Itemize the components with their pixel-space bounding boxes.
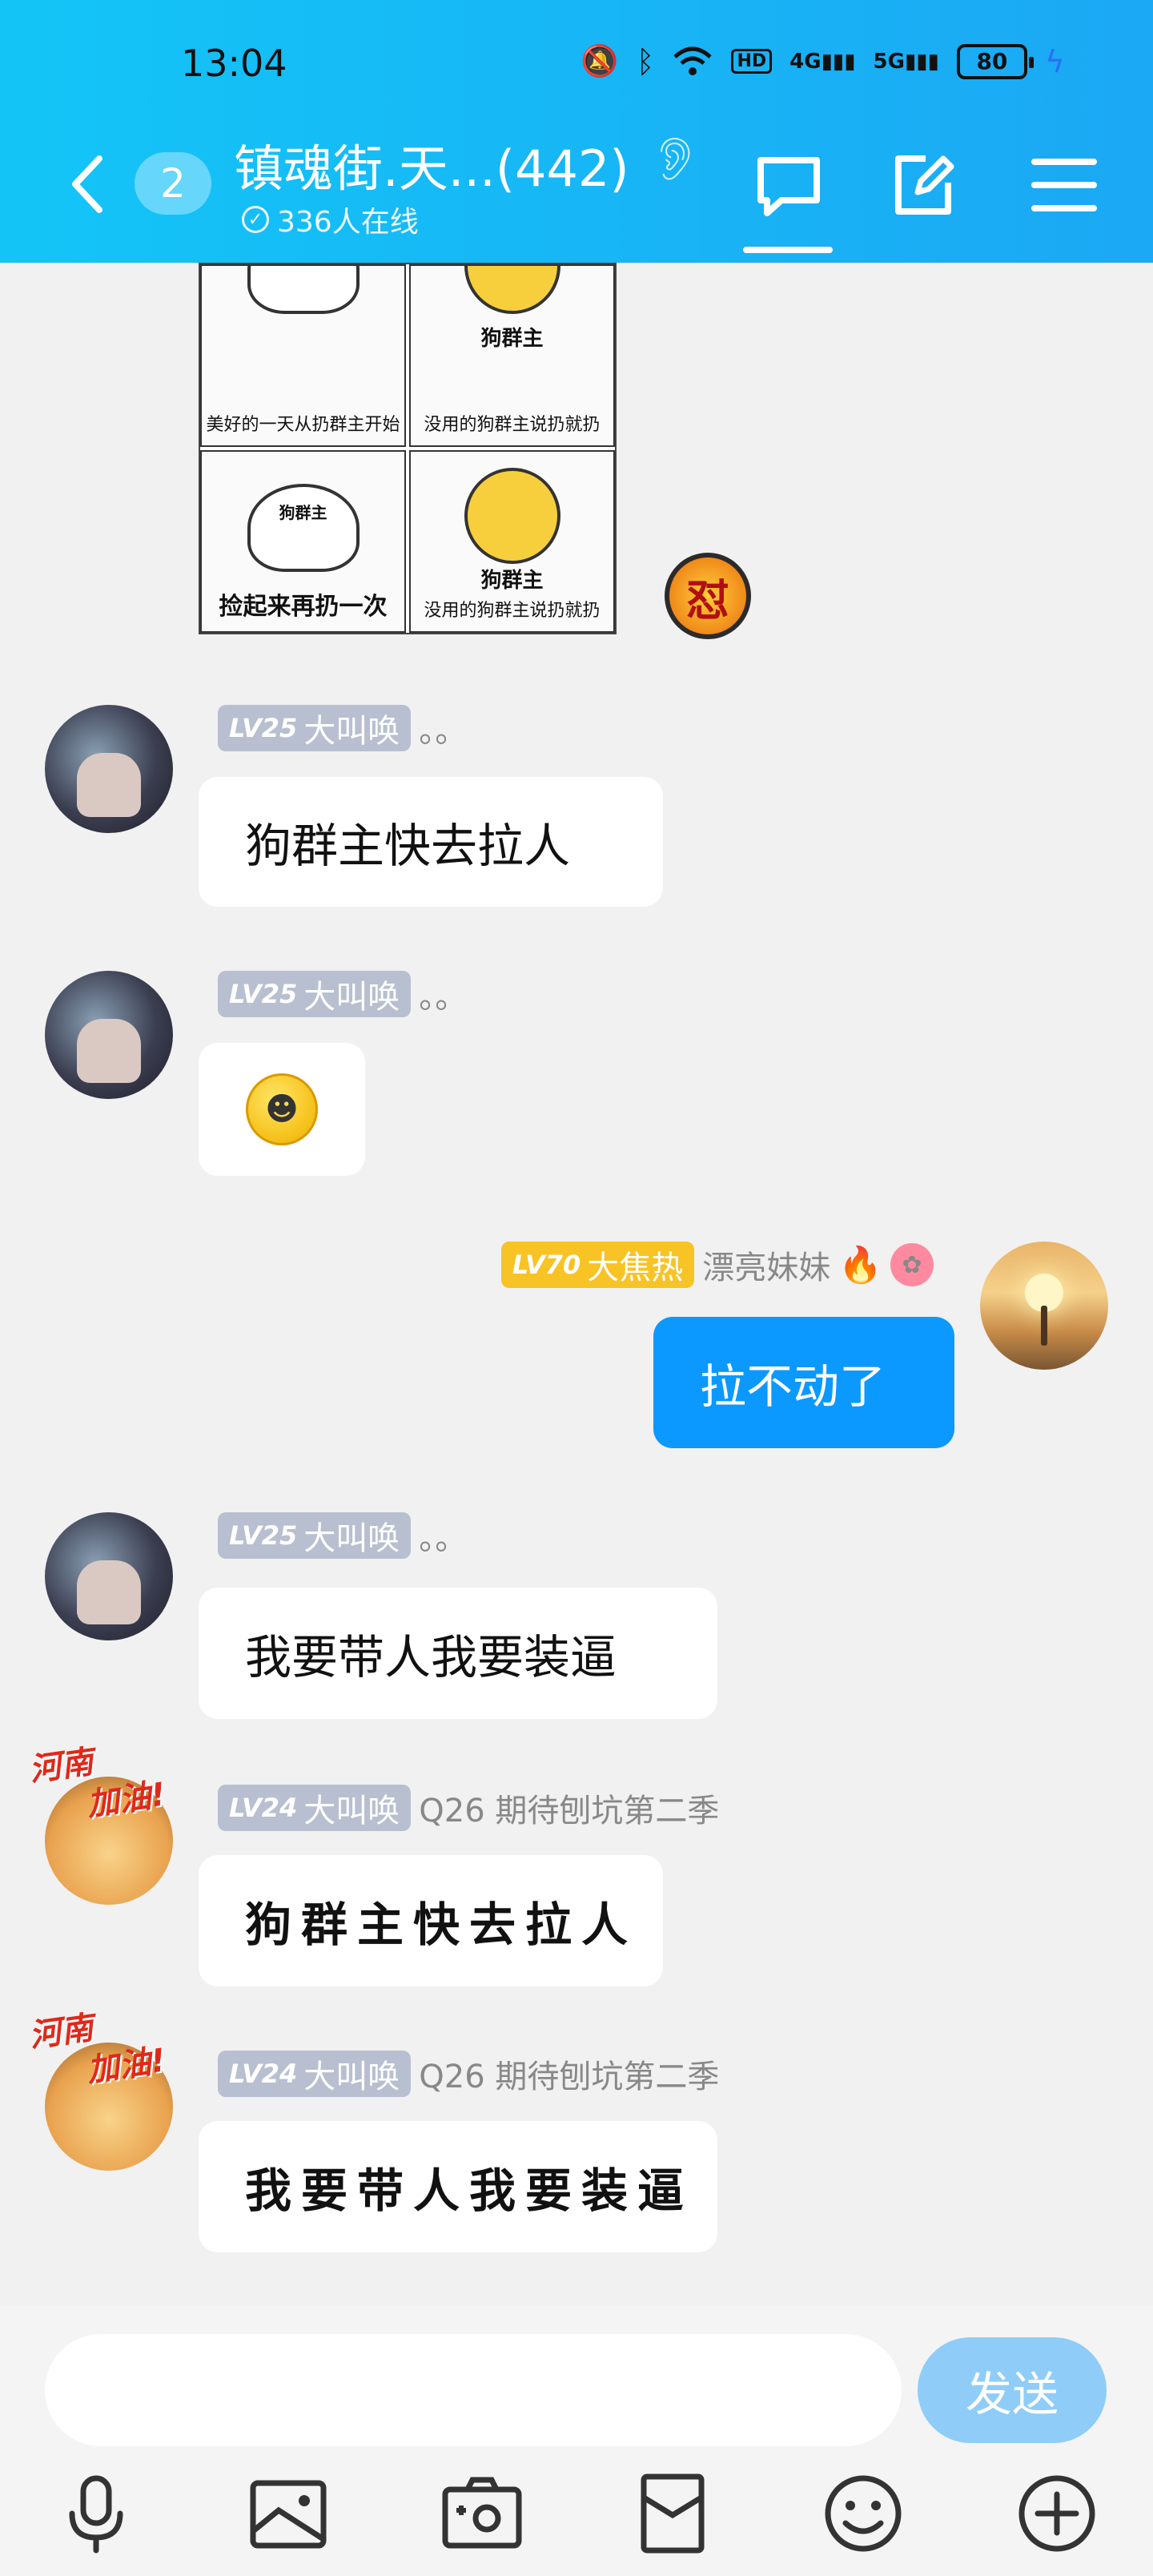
meme-image[interactable]: 美好的一天从扔群主开始 狗群主 没用的狗群主说扔就扔 狗群主 捡起来再扔一次 狗… [199, 263, 617, 634]
sender-meta: LV25 大叫唤 。。 [218, 971, 467, 1017]
message-bubble[interactable]: 我要带人我要装逼 [199, 1588, 717, 1719]
sender-meta: LV25 大叫唤 。。 [218, 1512, 467, 1559]
signal-5g-icon: 5G▮▮▮ [873, 49, 939, 74]
avatar[interactable] [45, 1512, 173, 1640]
meme-face [464, 468, 560, 564]
check-circle-icon: ✓ [242, 206, 269, 233]
charging-icon: ϟ [1044, 43, 1065, 79]
message-bubble[interactable]: 狗群主快去拉人 [199, 1855, 663, 1986]
status-bar: 13:04 🔕 ᛒ HD 4G▮▮▮ 5G▮▮▮ 80 ϟ [0, 38, 1153, 95]
avatar[interactable] [45, 971, 173, 1099]
avatar[interactable] [45, 705, 173, 833]
send-button[interactable]: 发送 [918, 2337, 1107, 2443]
meme-face [247, 266, 360, 314]
hd-icon: HD [731, 49, 773, 74]
chat-area[interactable]: 美好的一天从扔群主开始 狗群主 没用的狗群主说扔就扔 狗群主 捡起来再扔一次 狗… [0, 263, 1153, 2305]
image-icon[interactable] [240, 2465, 336, 2562]
online-status: ✓ 336人在线 [242, 199, 419, 240]
message-bubble[interactable]: 我要带人我要装逼 [199, 2121, 717, 2252]
level-badge: LV70 大焦热 [500, 1242, 695, 1288]
meme-cell: 狗群主 捡起来再扔一次 [200, 450, 406, 633]
message-bubble[interactable]: 狗群主快去拉人 [199, 777, 663, 907]
sender-meta: LV25 大叫唤 。。 [218, 705, 467, 751]
unread-badge[interactable]: 2 [135, 152, 211, 215]
signal-4g-icon: 4G▮▮▮ [789, 49, 856, 74]
app-header: 13:04 🔕 ᛒ HD 4G▮▮▮ 5G▮▮▮ 80 ϟ 2 镇魂街.天...… [0, 0, 1153, 263]
grin-emoji-icon: ☻ [246, 1073, 318, 1145]
red-packet-icon[interactable] [625, 2465, 721, 2562]
sender-name[interactable]: Q26 期待刨坑第二季 [419, 2051, 719, 2097]
fire-icon: 🔥 [838, 1245, 882, 1286]
camera-icon[interactable] [434, 2465, 530, 2562]
level-badge: LV24 大叫唤 [218, 1785, 412, 1831]
sender-name[interactable]: 。。 [419, 1512, 467, 1559]
level-badge: LV25 大叫唤 [218, 705, 412, 751]
avatar[interactable] [980, 1242, 1108, 1370]
sender-meta: LV24 大叫唤 Q26 期待刨坑第二季 [218, 1785, 719, 1831]
menu-icon[interactable] [1028, 149, 1100, 221]
level-badge: LV25 大叫唤 [218, 971, 412, 1017]
online-count: 336人在线 [277, 206, 419, 239]
wifi-icon [673, 46, 713, 75]
sender-meta: LV24 大叫唤 Q26 期待刨坑第二季 [218, 2051, 719, 2097]
meme-face [247, 484, 360, 572]
message-bubble[interactable]: 拉不动了 [653, 1317, 954, 1448]
message-bubble[interactable]: ☻ [199, 1043, 365, 1176]
battery-icon: 80 [956, 43, 1034, 79]
edit-icon[interactable] [887, 149, 959, 221]
plus-icon[interactable] [1009, 2465, 1105, 2562]
sender-name[interactable]: 。。 [419, 971, 467, 1017]
chat-icon[interactable] [753, 149, 825, 221]
status-time: 13:04 [181, 42, 287, 85]
level-badge: LV24 大叫唤 [218, 2051, 412, 2097]
status-icons: 🔕 ᛒ HD 4G▮▮▮ 5G▮▮▮ 80 ϟ [581, 43, 1065, 79]
ear-icon[interactable]: 👂︎ [649, 135, 701, 183]
message-input[interactable] [45, 2334, 902, 2446]
sender-name[interactable]: 。。 [419, 705, 467, 751]
back-icon[interactable] [64, 152, 112, 216]
meme-face [464, 266, 560, 314]
sender-meta: LV70 大焦热 漂亮妹妹 🔥 ✿ [500, 1242, 934, 1288]
sender-name[interactable]: 漂亮妹妹 [702, 1242, 830, 1288]
flower-icon: ✿ [890, 1243, 934, 1286]
tab-indicator [743, 247, 833, 253]
reaction-stamp[interactable]: 怼 [665, 553, 751, 639]
sender-name[interactable]: Q26 期待刨坑第二季 [419, 1785, 719, 1831]
emoji-icon[interactable] [815, 2465, 911, 2562]
mic-icon[interactable] [48, 2465, 144, 2562]
meme-cell: 美好的一天从扔群主开始 [200, 264, 406, 447]
group-title[interactable]: 镇魂街.天...(442) [234, 128, 629, 200]
meme-cell: 狗群主 没用的狗群主说扔就扔 [409, 264, 615, 447]
input-bar: 发送 [0, 2305, 1153, 2576]
level-badge: LV25 大叫唤 [218, 1512, 412, 1559]
bluetooth-icon: ᛒ [636, 43, 655, 79]
meme-cell: 狗群主 没用的狗群主说扔就扔 [409, 450, 615, 633]
mute-icon: 🔕 [581, 43, 619, 78]
